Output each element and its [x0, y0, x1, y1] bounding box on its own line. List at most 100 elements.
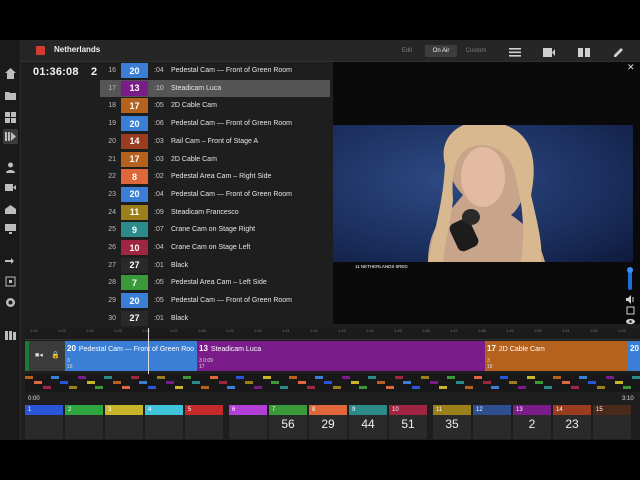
camera-button[interactable]: 8 29	[309, 405, 347, 439]
shot-row[interactable]: 22 8:02 Pedestal Area Cam – Right Side	[100, 168, 330, 185]
clip-sub2: 17	[199, 364, 205, 370]
mode-custom[interactable]: Custom	[459, 45, 493, 57]
shot-row[interactable]: 18 17:05 2D Cable Cam	[100, 97, 330, 114]
overview-segment	[297, 381, 306, 384]
volume-slider-knob[interactable]	[627, 267, 633, 273]
timeline-clip[interactable]: 20 Pedestal Cam — Front of Green Roo 3 16	[65, 341, 197, 371]
camera-button[interactable]: 6	[229, 405, 267, 439]
camera-button[interactable]: 7 56	[269, 405, 307, 439]
timeline-clip[interactable]: 20	[628, 341, 640, 371]
shot-duration: :09	[154, 208, 164, 216]
export-icon[interactable]	[3, 274, 18, 289]
camera-button[interactable]: 14 23	[553, 405, 591, 439]
overview-segment	[341, 376, 350, 379]
camera-button[interactable]: 11 35	[433, 405, 471, 439]
shot-row[interactable]: 26 10:04 Crane Cam on Stage Left	[100, 239, 330, 256]
clip-sub2: 16	[67, 364, 73, 370]
camera-button[interactable]: 3	[105, 405, 143, 439]
settings-icon[interactable]	[3, 295, 18, 310]
media-icon[interactable]	[543, 45, 555, 57]
camera-number: 14	[553, 405, 591, 415]
shot-name: Black	[171, 314, 189, 322]
overview-segment	[148, 386, 157, 389]
overview-segment	[605, 376, 614, 379]
list-icon[interactable]	[509, 45, 521, 57]
camera-button[interactable]: 1	[25, 405, 63, 439]
timeline-clip[interactable]: 17 2D Cable Cam 3 18	[485, 341, 628, 371]
camera-badge: 14	[121, 133, 148, 149]
camera-button[interactable]: 13 2	[513, 405, 551, 439]
camera-button[interactable]: 4	[145, 405, 183, 439]
shot-row[interactable]: 20 14:03 Rail Cam – Front of Stage A	[100, 133, 330, 150]
grid-icon[interactable]	[3, 110, 18, 125]
crop-icon[interactable]	[626, 302, 636, 315]
camera-button[interactable]: 5	[185, 405, 223, 439]
overview-segment	[324, 381, 333, 384]
ruler-tick: 1:05	[114, 328, 122, 333]
broadcast-icon[interactable]	[3, 202, 18, 217]
library-icon[interactable]	[3, 328, 18, 343]
person-icon[interactable]	[3, 160, 18, 175]
shot-name: Rail Cam – Front of Stage A	[171, 137, 259, 145]
row-number: 30	[108, 314, 116, 322]
columns-icon[interactable]	[578, 45, 590, 57]
camera-button[interactable]: 2	[65, 405, 103, 439]
mode-on-air[interactable]: On Air	[425, 45, 457, 57]
monitor-icon[interactable]	[3, 221, 18, 236]
shot-row[interactable]: 19 20:06 Pedestal Cam — Front of Green Roo…	[100, 115, 330, 132]
shot-row[interactable]: 24 11:09 Steadicam Francesco	[100, 204, 330, 221]
edit-icon[interactable]	[613, 45, 625, 57]
ruler-tick: 1:08	[198, 328, 206, 333]
shot-row[interactable]: 23 20:04 Pedestal Cam — Front of Green Roo…	[100, 186, 330, 203]
mode-edit[interactable]: Edit	[391, 45, 423, 57]
shot-duration: :01	[154, 314, 164, 322]
transfer-icon[interactable]	[3, 254, 18, 269]
record-indicator[interactable]	[36, 46, 45, 55]
timeline-clip[interactable]: 13 Steadicam Luca 3 0:09 17	[197, 341, 485, 371]
overview-segment	[174, 386, 183, 389]
overview-segment	[421, 376, 429, 379]
ruler-tick: 1:04	[86, 328, 94, 333]
shot-row[interactable]: 25 9:07 Crane Cam on Stage Right	[100, 221, 330, 238]
row-number: 19	[108, 120, 116, 128]
shot-name: 2D Cable Cam	[171, 155, 217, 163]
shot-row[interactable]: 17 13:10 Steadicam Luca	[100, 79, 330, 97]
camera-button[interactable]: 12	[473, 405, 511, 439]
shot-row[interactable]: 30 27:01 Black	[100, 310, 330, 327]
camera-number: 13	[513, 405, 551, 415]
timeline-ruler[interactable]: 1:02 1:03 1:04 1:05 1:06 1:07 1:08 1:09 1:40 1:41…	[25, 328, 640, 340]
lock-icon[interactable]: 🔒	[51, 351, 60, 359]
lower-third: 11 NETHERLANDS 6RED	[355, 264, 408, 269]
overview-segment	[192, 381, 201, 384]
speaker-icon[interactable]	[626, 291, 636, 304]
camera-badge: 17	[121, 151, 148, 167]
camera-icon[interactable]	[3, 180, 18, 195]
close-icon[interactable]: ✕	[627, 62, 635, 73]
camera-button[interactable]: 15	[593, 405, 631, 439]
shot-row[interactable]: 21 17:03 2D Cable Cam	[100, 151, 330, 168]
shot-row[interactable]: 16 20:04 Pedestal Cam — Front of Green Roo…	[100, 62, 330, 79]
overview-segment	[517, 386, 526, 389]
folder-icon[interactable]	[3, 88, 18, 103]
overview-segment	[33, 381, 42, 384]
home-icon[interactable]	[3, 66, 18, 81]
shot-row[interactable]: 28 7:05 Pedestal Area Cam – Left Side	[100, 274, 330, 291]
ruler-tick: 1:53	[618, 328, 626, 333]
overview-strip[interactable]	[25, 374, 640, 392]
camera-button[interactable]: 9 44	[349, 405, 387, 439]
shot-name: Pedestal Cam — Front of Green Room	[171, 67, 292, 74]
overview-segment	[95, 386, 104, 389]
shot-row[interactable]: 27 27:01 Black	[100, 257, 330, 274]
row-number: 22	[108, 173, 116, 181]
camera-button[interactable]: 10 51	[389, 405, 427, 439]
overview-segment	[262, 376, 271, 379]
row-number: 28	[108, 279, 116, 287]
shot-row[interactable]: 29 20:05 Pedestal Cam — Front of Green Roo…	[100, 292, 330, 309]
overview-segment	[60, 381, 69, 384]
eye-icon[interactable]	[626, 313, 636, 325]
camera-icon[interactable]: ■◂	[35, 351, 43, 359]
overview-segment	[227, 386, 236, 389]
overview-segment	[465, 386, 473, 389]
playlist-icon[interactable]	[3, 129, 18, 144]
overview-segment	[623, 386, 632, 389]
